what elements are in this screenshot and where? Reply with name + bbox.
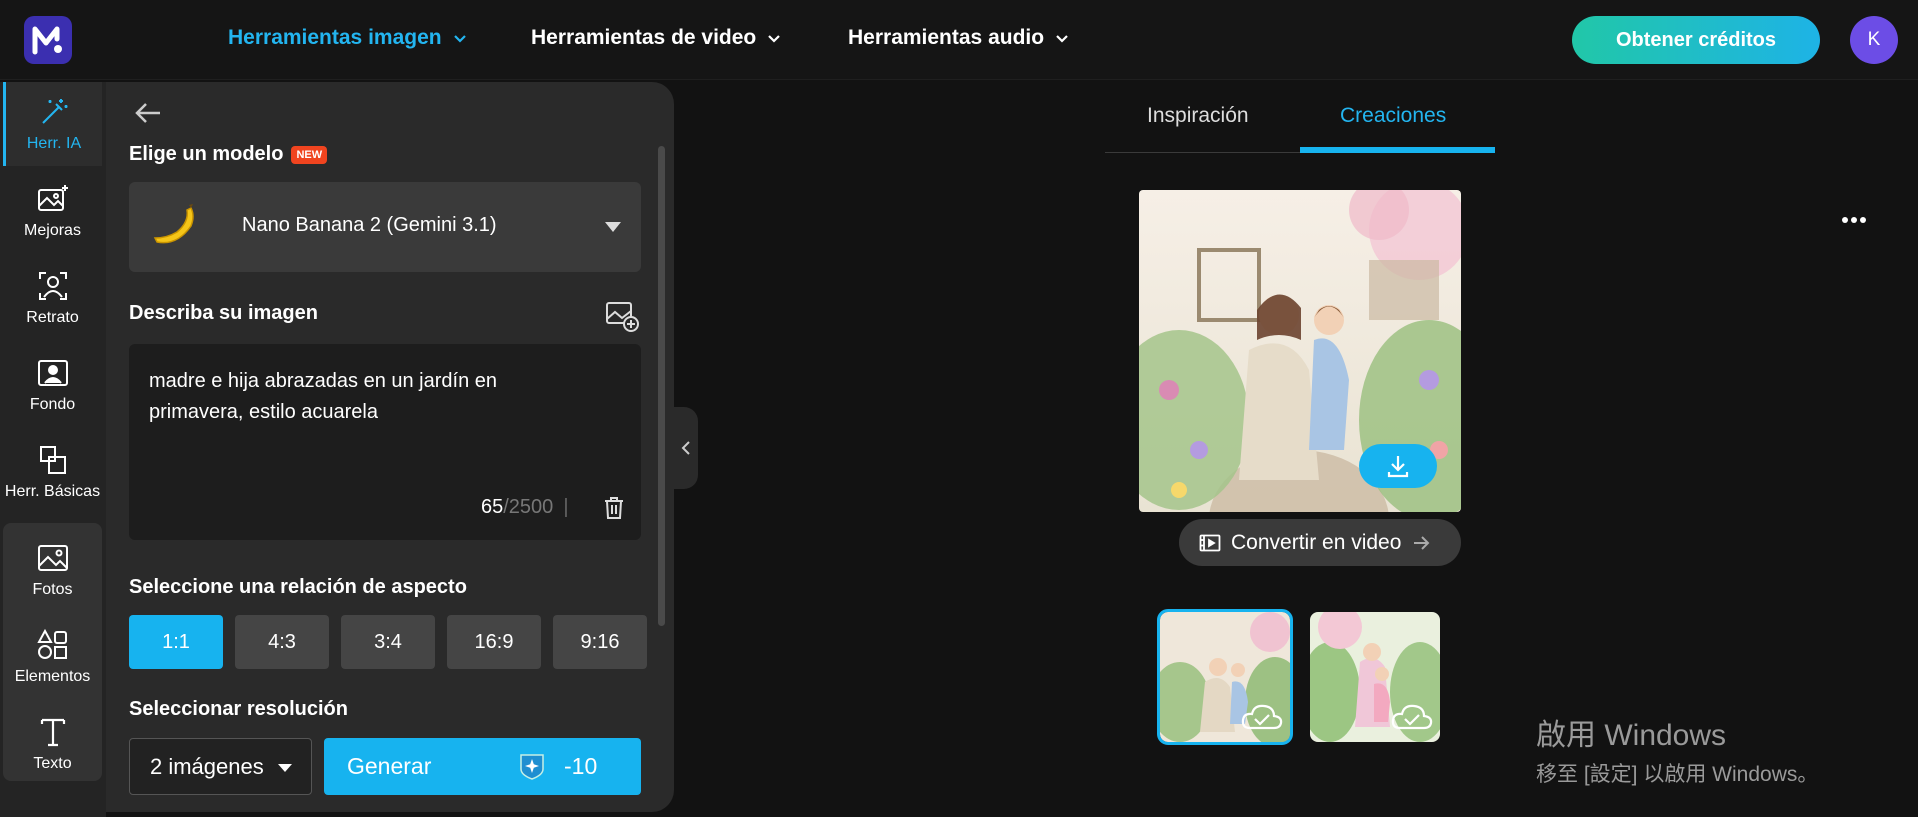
prompt-textarea[interactable]: madre e hija abrazadas en un jardín en p… [129,344,641,540]
chevron-down-icon [453,35,466,43]
nav-image-tools-label: Herramientas imagen [228,26,442,49]
nav-video-tools[interactable]: Herramientas de video [531,26,782,50]
model-dropdown[interactable]: Nano Banana 2 (Gemini 3.1) [129,182,641,272]
cloud-saved-icon [1391,704,1433,730]
aspect-ratio-3-4-button[interactable]: 3:4 [341,615,435,669]
top-navigation-bar: Herramientas imagen Herramientas de vide… [0,0,1918,80]
counter-separator: | [563,496,569,518]
background-icon [37,360,68,386]
model-label-text: Elige un modelo [129,143,284,165]
collapse-panel-handle[interactable] [674,407,698,489]
app-logo[interactable] [24,16,72,64]
image-sparkle-icon [37,185,68,211]
rail-item-photos[interactable]: Fotos [3,528,102,612]
image-count-value: 2 imágenes [150,753,264,779]
get-credits-button[interactable]: Obtener créditos [1572,16,1820,64]
generate-cost: -10 [564,753,598,779]
logo-m-icon [32,26,62,55]
nav-video-tools-label: Herramientas de video [531,26,757,49]
char-max: /2500 [503,496,554,518]
avatar[interactable]: K [1850,16,1898,64]
model-label: Elige un modelo NEW [129,143,328,166]
nav-audio-tools-label: Herramientas audio [848,26,1045,49]
arrow-right-icon [1414,535,1430,550]
elements-icon [36,628,67,659]
trash-icon[interactable] [603,496,625,520]
tool-rail: Herr. IA Mejoras Retrato Fondo Herr. Bás… [0,82,106,817]
photos-icon [37,545,68,571]
banana-icon [153,204,194,244]
rail-item-portrait[interactable]: Retrato [3,256,102,340]
rail-item-label: Herr. Básicas [4,483,101,500]
rail-item-enhance[interactable]: Mejoras [3,169,102,253]
char-count: 65 [481,496,504,518]
aspect-ratio-1-1-button[interactable]: 1:1 [129,615,223,669]
rail-item-label: Retrato [26,309,79,326]
active-tab-underline [1300,147,1495,153]
convert-to-video-label: Convertir en video [1231,530,1402,554]
text-icon [40,718,65,747]
model-name: Nano Banana 2 (Gemini 3.1) [242,214,497,236]
chevron-down-icon [768,35,781,43]
nav-audio-tools[interactable]: Herramientas audio [848,26,1070,50]
generate-button[interactable]: Generar -10 [324,738,641,795]
resolution-label: Seleccionar resolución [129,698,348,720]
tab-inspiration[interactable]: Inspiración [1147,104,1249,128]
aspect-ratio-9-16-button[interactable]: 9:16 [553,615,647,669]
prompt-text[interactable]: madre e hija abrazadas en un jardín en p… [149,366,589,428]
ai-tools-panel: Elige un modelo NEW Nano Banana 2 (Gemini… [106,82,674,812]
magic-wand-icon [42,99,68,124]
cloud-saved-icon [1241,704,1283,730]
rail-item-label: Mejoras [24,222,81,239]
tab-creations[interactable]: Creaciones [1340,104,1446,128]
rail-item-label: Elementos [14,668,91,685]
credit-gem-icon [520,754,544,780]
windows-activation-watermark: 啟用 Windows 移至 [設定] 以啟用 Windows。 [1536,710,1818,788]
rail-item-label: Fotos [32,581,73,598]
image-count-dropdown[interactable]: 2 imágenes [129,738,312,795]
describe-label: Describa su imagen [129,302,318,324]
rail-item-text[interactable]: Texto [3,702,102,786]
generate-label: Generar [347,753,432,779]
new-badge: NEW [291,145,328,164]
portrait-icon [38,272,67,300]
caret-down-icon [605,222,621,232]
thumbnail-1[interactable] [1157,609,1293,745]
aspect-ratio-4-3-button[interactable]: 4:3 [235,615,329,669]
more-options-icon[interactable] [1840,212,1868,228]
rail-item-elements[interactable]: Elementos [3,615,102,699]
rail-item-basic-tools[interactable]: Herr. Básicas [3,430,102,514]
add-image-icon[interactable] [605,300,639,332]
chevron-down-icon [1056,35,1068,43]
convert-to-video-button[interactable]: Convertir en video [1179,519,1461,566]
rail-item-background[interactable]: Fondo [3,343,102,427]
download-button[interactable] [1359,444,1437,488]
chevron-left-icon [681,441,690,455]
rail-item-label: Texto [33,755,72,772]
watermark-line-1: 啟用 Windows [1536,719,1727,752]
basic-tools-icon [39,446,66,474]
aspect-ratio-16-9-button[interactable]: 16:9 [447,615,541,669]
aspect-ratio-label: Seleccione una relación de aspecto [129,576,467,598]
watermark-line-2: 移至 [設定] 以啟用 Windows。 [1536,763,1819,786]
nav-image-tools[interactable]: Herramientas imagen [228,26,468,50]
video-icon [1199,534,1221,551]
rail-item-label: Fondo [29,396,76,413]
back-arrow-icon[interactable] [132,96,166,130]
panel-scrollbar[interactable] [658,146,665,626]
caret-down-icon [278,764,292,772]
aspect-ratio-group: 1:1 4:3 3:4 16:9 9:16 [129,615,647,669]
thumbnail-2[interactable] [1310,612,1440,742]
char-counter: 65/2500 | [481,496,579,519]
rail-item-ai-tools[interactable]: Herr. IA [3,82,102,166]
rail-item-label: Herr. IA [26,135,82,152]
download-icon [1387,456,1409,478]
